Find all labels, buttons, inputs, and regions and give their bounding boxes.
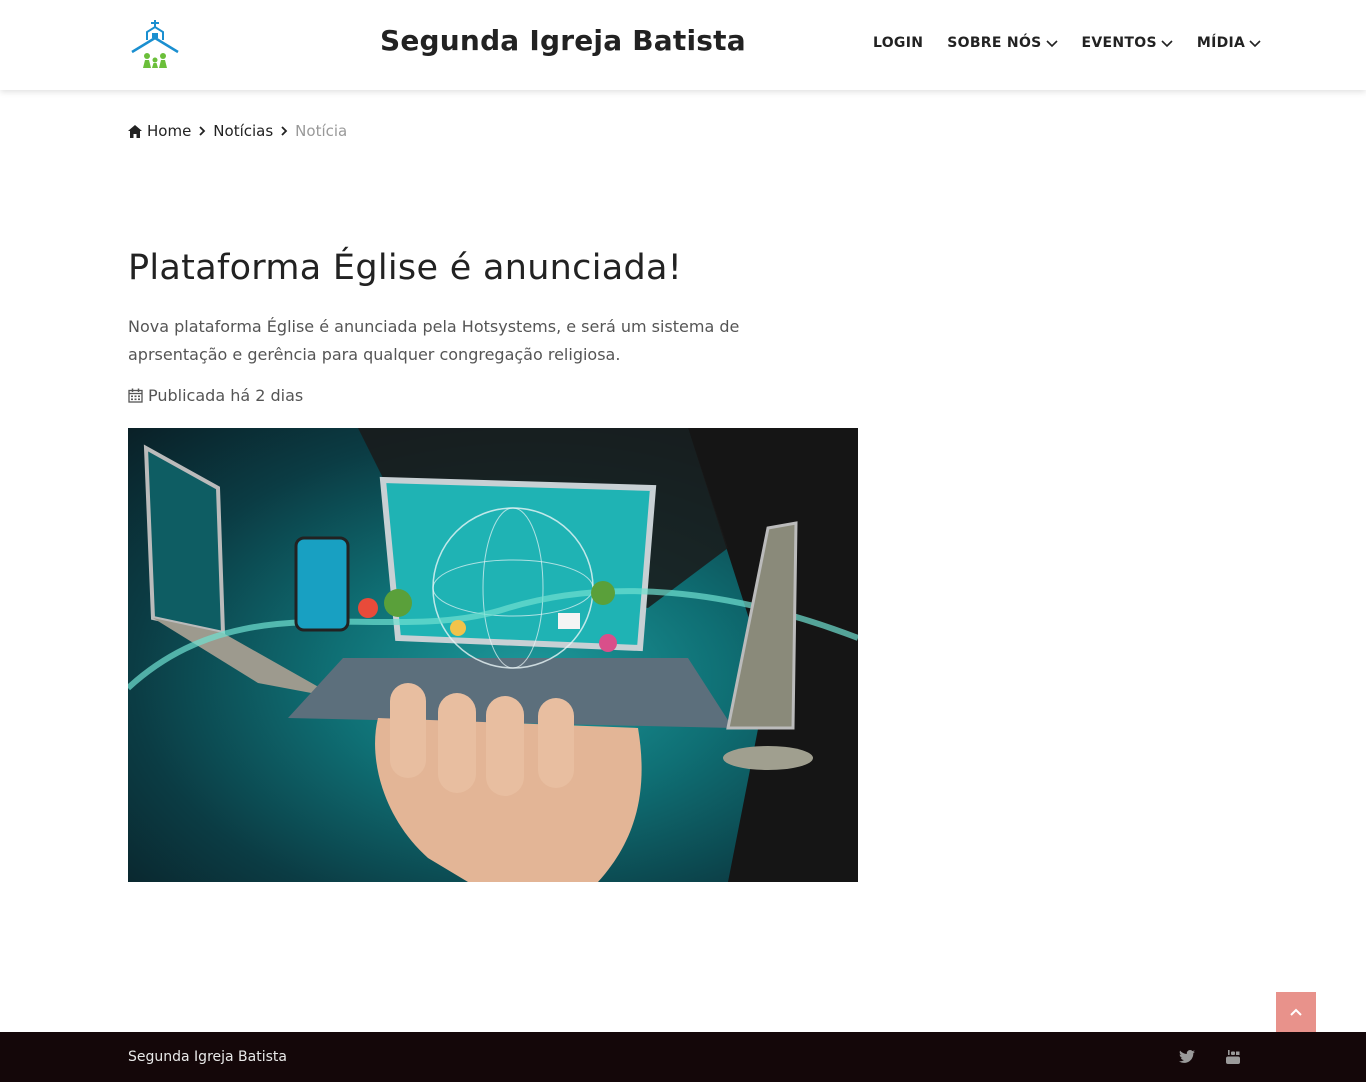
nav-about-label: SOBRE NÓS bbox=[947, 35, 1042, 51]
chevron-up-icon bbox=[1290, 1008, 1302, 1016]
technology-illustration bbox=[128, 428, 858, 882]
site-header: Segunda Igreja Batista LOGIN SOBRE NÓS E… bbox=[0, 0, 1366, 90]
breadcrumb-home[interactable]: Home bbox=[128, 122, 191, 140]
twitter-icon[interactable] bbox=[1179, 1050, 1195, 1064]
site-footer: Segunda Igreja Batista bbox=[0, 1032, 1366, 1082]
nav-login-label: LOGIN bbox=[873, 35, 924, 51]
back-to-top-button[interactable] bbox=[1276, 992, 1316, 1032]
chevron-right-icon bbox=[199, 126, 206, 136]
nav-events[interactable]: EVENTOS bbox=[1082, 35, 1173, 51]
breadcrumb-home-label: Home bbox=[147, 122, 192, 140]
calendar-icon bbox=[128, 388, 143, 403]
chevron-down-icon bbox=[1249, 40, 1261, 48]
home-icon bbox=[128, 124, 142, 138]
site-title[interactable]: Segunda Igreja Batista bbox=[380, 24, 746, 57]
breadcrumb-news[interactable]: Notícias bbox=[213, 122, 273, 140]
nav-media-label: MÍDIA bbox=[1196, 35, 1246, 51]
breadcrumb: Home Notícias Notícia bbox=[128, 122, 347, 140]
chevron-right-icon bbox=[281, 126, 288, 136]
breadcrumb-current: Notícia bbox=[295, 122, 348, 140]
nav-media[interactable]: MÍDIA bbox=[1197, 35, 1261, 51]
article-date-label: Publicada há 2 dias bbox=[148, 386, 304, 405]
breadcrumb-news-label: Notícias bbox=[213, 122, 274, 140]
article-date: Publicada há 2 dias bbox=[128, 386, 303, 405]
chevron-down-icon bbox=[1161, 40, 1173, 48]
article-summary: Nova plataforma Église é anunciada pela … bbox=[128, 317, 740, 364]
footer-title: Segunda Igreja Batista bbox=[128, 1049, 287, 1065]
article-image bbox=[128, 428, 858, 882]
nav-events-label: EVENTOS bbox=[1081, 35, 1157, 51]
nav-login[interactable]: LOGIN bbox=[873, 35, 923, 51]
main-nav: LOGIN SOBRE NÓS EVENTOS MÍDIA bbox=[873, 35, 1261, 51]
article-title: Plataforma Église é anunciada! bbox=[128, 248, 683, 288]
youtube-icon[interactable] bbox=[1225, 1050, 1241, 1064]
nav-about[interactable]: SOBRE NÓS bbox=[947, 35, 1058, 51]
church-logo-icon[interactable] bbox=[128, 18, 182, 70]
chevron-down-icon bbox=[1045, 40, 1058, 48]
